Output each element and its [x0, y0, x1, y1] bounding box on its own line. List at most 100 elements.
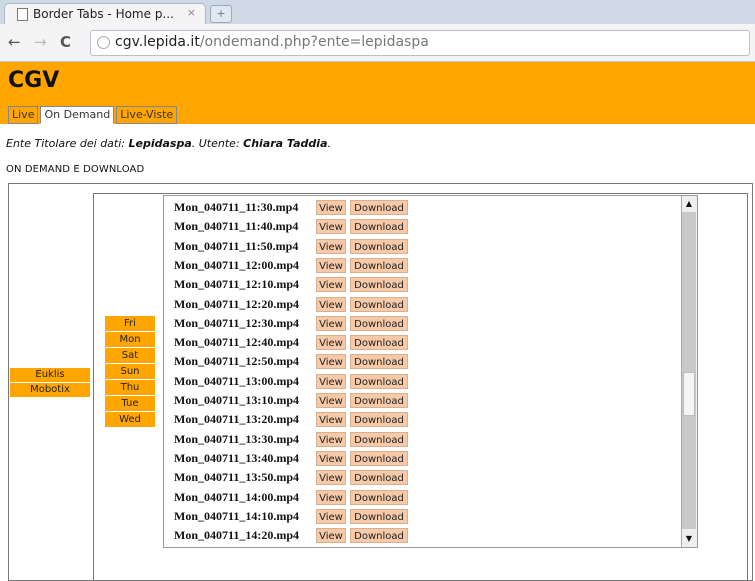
file-name: Mon_040711_12:50.mp4: [174, 354, 300, 369]
view-button[interactable]: View: [316, 489, 346, 505]
download-button[interactable]: Download: [350, 257, 408, 273]
file-row: Mon_040711_14:20.mp4 View Download: [174, 526, 408, 545]
download-button[interactable]: Download: [350, 373, 408, 389]
forward-icon[interactable]: →: [34, 33, 47, 51]
view-button[interactable]: View: [316, 393, 346, 408]
download-button[interactable]: Download: [350, 412, 408, 428]
day-item-tue[interactable]: Tue: [105, 396, 155, 412]
camera-item-euklis[interactable]: Euklis: [10, 368, 90, 383]
file-name: Mon_040711_12:40.mp4: [174, 335, 300, 350]
file-row: Mon_040711_12:00.mp4 View Download: [174, 256, 408, 275]
download-button[interactable]: Download: [350, 238, 408, 254]
file-row: Mon_040711_14:10.mp4 View Download: [174, 507, 408, 526]
section-title: ON DEMAND E DOWNLOAD: [6, 164, 145, 175]
view-button[interactable]: View: [316, 296, 346, 312]
back-icon[interactable]: ←: [8, 33, 21, 51]
download-button[interactable]: Download: [350, 219, 408, 235]
file-name: Mon_040711_14:20.mp4: [174, 528, 300, 543]
file-name: Mon_040711_12:10.mp4: [174, 277, 300, 292]
download-button[interactable]: Download: [350, 277, 408, 293]
site-logo: CGV: [8, 68, 60, 93]
view-button[interactable]: View: [316, 528, 346, 544]
reload-icon[interactable]: C: [60, 33, 71, 51]
page-icon: [17, 8, 28, 21]
file-row: Mon_040711_13:10.mp4 View Download: [174, 391, 408, 410]
owner-info: Ente Titolare dei dati: Lepidaspa. Utent…: [6, 137, 331, 150]
download-button[interactable]: Download: [350, 431, 408, 447]
download-button[interactable]: Download: [350, 200, 408, 215]
day-item-thu[interactable]: Thu: [105, 380, 155, 396]
file-name: Mon_040711_14:10.mp4: [174, 508, 300, 523]
camera-item-mobotix[interactable]: Mobotix: [10, 383, 90, 398]
file-name: Mon_040711_13:40.mp4: [174, 450, 300, 465]
day-list: Fri Mon Sat Sun Thu Tue Wed: [105, 316, 155, 428]
view-button[interactable]: View: [316, 470, 346, 486]
view-button[interactable]: View: [316, 219, 346, 235]
day-item-wed[interactable]: Wed: [105, 412, 155, 428]
download-button[interactable]: Download: [350, 335, 408, 351]
file-name: Mon_040711_13:20.mp4: [174, 412, 300, 427]
scrollbar-track[interactable]: [682, 212, 696, 529]
file-name: Mon_040711_13:10.mp4: [174, 393, 300, 407]
tab-live-viste[interactable]: Live-Viste: [116, 106, 178, 124]
view-button[interactable]: View: [316, 335, 346, 351]
view-button[interactable]: View: [316, 257, 346, 273]
file-list[interactable]: Mon_040711_11:30.mp4 View Download Mon_0407…: [163, 195, 698, 548]
scroll-up-icon[interactable]: ▲: [683, 197, 695, 211]
scroll-down-icon[interactable]: ▼: [683, 532, 695, 546]
file-row: Mon_040711_11:50.mp4 View Download: [174, 237, 408, 256]
file-row: Mon_040711_13:50.mp4 View Download: [174, 468, 408, 487]
browser-toolbar: ← → C cgv.lepida.it/ondemand.php?ente=le…: [0, 24, 755, 62]
view-button[interactable]: View: [316, 354, 346, 370]
address-bar[interactable]: cgv.lepida.it/ondemand.php?ente=lepidasp…: [90, 30, 750, 56]
file-list-scrollbar[interactable]: ▲ ▼: [681, 196, 697, 547]
file-name: Mon_040711_12:30.mp4: [174, 315, 300, 330]
url-text: cgv.lepida.it/ondemand.php?ente=lepidasp…: [115, 34, 429, 50]
download-button[interactable]: Download: [350, 354, 408, 370]
tab-live[interactable]: Live: [8, 106, 39, 124]
tab-on-demand[interactable]: On Demand: [40, 106, 115, 124]
download-button[interactable]: Download: [350, 470, 408, 486]
file-row: Mon_040711_12:30.mp4 View Download: [174, 314, 408, 333]
globe-icon: [97, 36, 110, 49]
file-row: Mon_040711_13:30.mp4 View Download: [174, 430, 408, 449]
view-button[interactable]: View: [316, 450, 346, 466]
file-row: Mon_040711_13:20.mp4 View Download: [174, 410, 408, 429]
file-name: Mon_040711_12:20.mp4: [174, 296, 300, 311]
view-button[interactable]: View: [316, 200, 346, 215]
view-button[interactable]: View: [316, 238, 346, 254]
view-button[interactable]: View: [316, 373, 346, 389]
browser-tab[interactable]: Border Tabs - Home p... ×: [4, 3, 206, 25]
day-item-mon[interactable]: Mon: [105, 332, 155, 348]
view-button[interactable]: View: [316, 431, 346, 447]
file-row: Mon_040711_12:10.mp4 View Download: [174, 275, 408, 294]
tab-close-icon[interactable]: ×: [187, 6, 196, 19]
day-item-fri[interactable]: Fri: [105, 316, 155, 332]
view-button[interactable]: View: [316, 315, 346, 331]
file-name: Mon_040711_11:50.mp4: [174, 238, 299, 253]
download-button[interactable]: Download: [350, 296, 408, 312]
file-name: Mon_040711_13:50.mp4: [174, 470, 300, 485]
file-row: Mon_040711_12:20.mp4 View Download: [174, 295, 408, 314]
new-tab-button[interactable]: +: [210, 5, 232, 23]
file-name: Mon_040711_12:00.mp4: [174, 257, 300, 272]
scrollbar-thumb[interactable]: [683, 372, 695, 416]
day-item-sun[interactable]: Sun: [105, 364, 155, 380]
file-name: Mon_040711_13:30.mp4: [174, 431, 300, 446]
view-button[interactable]: View: [316, 412, 346, 428]
file-row: Mon_040711_13:00.mp4 View Download: [174, 372, 408, 391]
download-button[interactable]: Download: [350, 508, 408, 524]
file-name: Mon_040711_14:00.mp4: [174, 489, 300, 504]
file-name: Mon_040711_11:40.mp4: [174, 219, 299, 234]
view-button[interactable]: View: [316, 277, 346, 293]
file-row: Mon_040711_13:40.mp4 View Download: [174, 449, 408, 468]
download-button[interactable]: Download: [350, 450, 408, 466]
view-button[interactable]: View: [316, 508, 346, 524]
download-button[interactable]: Download: [350, 528, 408, 544]
file-name: Mon_040711_11:30.mp4: [174, 200, 299, 214]
day-item-sat[interactable]: Sat: [105, 348, 155, 364]
site-header: CGV Live On Demand Live-Viste: [0, 62, 755, 124]
download-button[interactable]: Download: [350, 315, 408, 331]
download-button[interactable]: Download: [350, 393, 408, 408]
download-button[interactable]: Download: [350, 489, 408, 505]
